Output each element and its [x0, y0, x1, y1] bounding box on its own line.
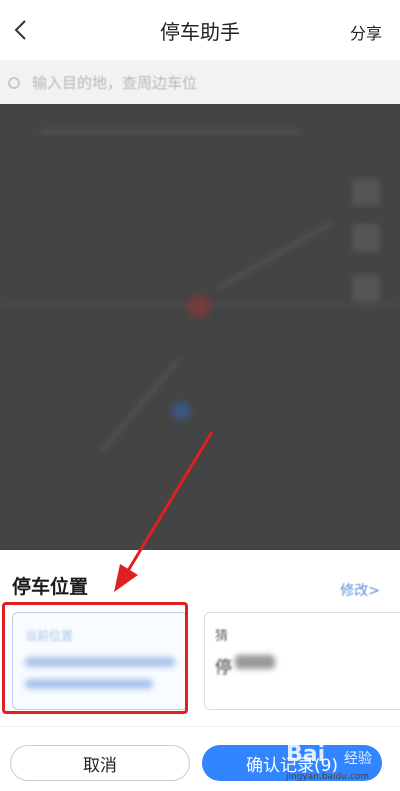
location-dot-icon: [8, 77, 20, 89]
map-control-button[interactable]: [352, 274, 380, 302]
search-input[interactable]: 输入目的地，查周边车位: [32, 72, 197, 93]
current-location-icon: [172, 402, 190, 420]
watermark-url: jingyan.baidu.com: [286, 772, 370, 782]
sheet-title: 停车位置: [12, 576, 89, 598]
watermark-brand-cn: 经验: [344, 751, 372, 767]
modify-link[interactable]: 修改>: [340, 580, 380, 600]
parking-marker-icon[interactable]: [188, 296, 210, 318]
page-title: 停车助手: [160, 20, 240, 44]
guess-location-label: 猜: [215, 629, 229, 644]
map-control-button[interactable]: [352, 178, 380, 206]
annotation-highlight-box: [2, 602, 188, 714]
guess-location-value: 停: [215, 658, 232, 678]
guess-value-placeholder: [235, 655, 275, 669]
watermark-brand: Bai: [286, 742, 326, 767]
map-view[interactable]: [0, 104, 400, 550]
map-control-button[interactable]: [352, 224, 380, 252]
watermark-logo: Bai 经验 jingyan.baidu.com: [286, 742, 396, 786]
top-bar: 停车助手 分享: [0, 0, 400, 60]
cancel-button[interactable]: 取消: [10, 745, 190, 781]
share-button[interactable]: 分享: [350, 20, 382, 44]
guess-location-card[interactable]: 猜 停: [204, 612, 400, 710]
search-bar[interactable]: 输入目的地，查周边车位: [0, 60, 400, 104]
